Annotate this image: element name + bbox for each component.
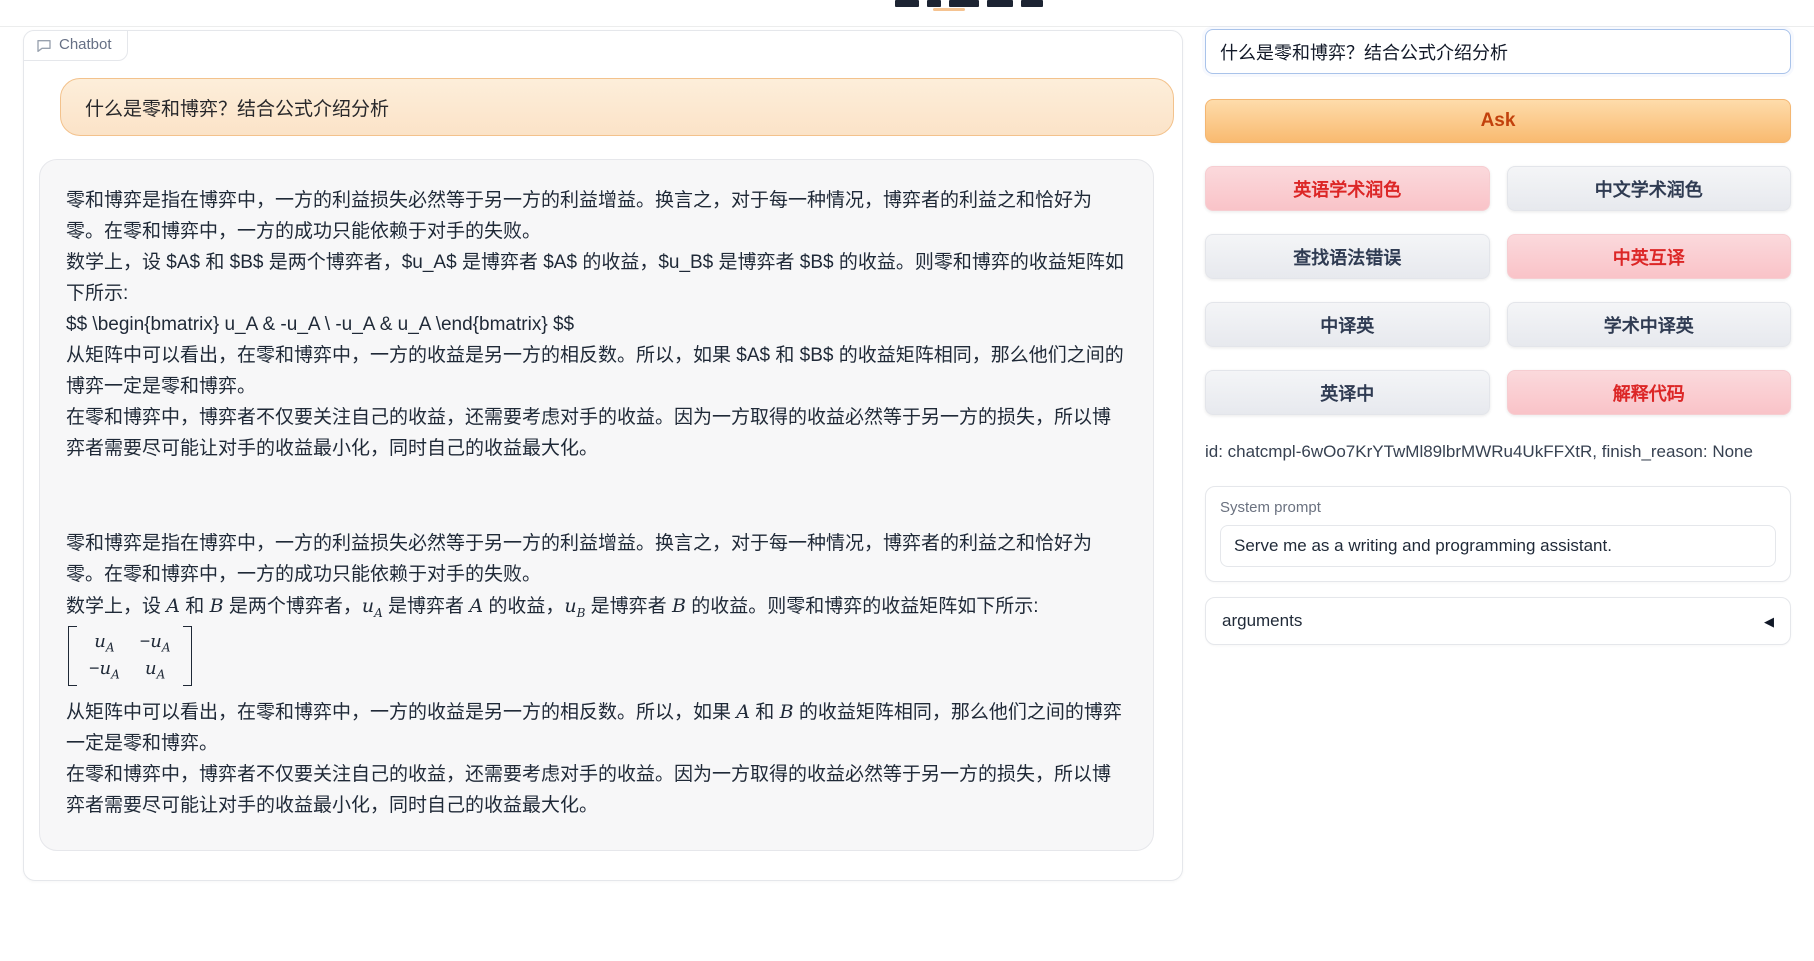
completion-status-text: id: chatcmpl-6wOo7KrYTwMl89lbrMWRu4UkFFX… [1205, 442, 1791, 462]
title-glyph-fragment [927, 0, 941, 7]
bot-raw-paragraph-2: 数学上，设 $A$ 和 $B$ 是两个博弈者，$u_A$ 是博弈者 $A$ 的收… [66, 248, 1127, 310]
matrix-cell: −uA [89, 657, 120, 683]
message-version-gap [66, 465, 1127, 529]
rendered-matrix: uA −uA −uA uA [66, 623, 1127, 697]
chat-messages-scroll-area[interactable]: 什么是零和博弈？结合公式介绍分析 零和博弈是指在博弈中，一方的利益损失必然等于另… [24, 31, 1182, 880]
function-button-chinese-academic-polish[interactable]: 中文学术润色 [1507, 166, 1792, 211]
function-button-academic-zh-to-en[interactable]: 学术中译英 [1507, 302, 1792, 347]
bot-rendered-paragraph-2: 数学上，设 A 和 B 是两个博弈者，uA 是博弈者 A 的收益，uB 是博弈者… [66, 591, 1127, 623]
user-message-bubble: 什么是零和博弈？结合公式介绍分析 [60, 78, 1174, 136]
arguments-accordion-label: arguments [1222, 611, 1302, 631]
function-button-explain-code[interactable]: 解释代码 [1507, 370, 1792, 415]
accordion-collapsed-triangle-icon: ◀ [1764, 615, 1774, 628]
control-sidebar: Ask 英语学术润色 中文学术润色 查找语法错误 中英互译 中译英 学术中译英 … [1205, 29, 1791, 645]
bot-raw-paragraph-4: 在零和博弈中，博弈者不仅要关注自己的收益，还需要考虑对手的收益。因为一方取得的收… [66, 403, 1127, 465]
bot-rendered-paragraph-4: 在零和博弈中，博弈者不仅要关注自己的收益，还需要考虑对手的收益。因为一方取得的收… [66, 760, 1127, 822]
title-glyph-fragment [895, 0, 919, 7]
function-button-find-grammar-errors[interactable]: 查找语法错误 [1205, 234, 1490, 279]
matrix-left-bracket [68, 626, 77, 686]
chatbot-panel: Chatbot 什么是零和博弈？结合公式介绍分析 零和博弈是指在博弈中，一方的利… [23, 30, 1183, 881]
bot-rendered-paragraph-1: 零和博弈是指在博弈中，一方的利益损失必然等于另一方的利益增益。换言之，对于每一种… [66, 529, 1127, 591]
title-glyph-fragment [949, 0, 979, 7]
arguments-accordion-header[interactable]: arguments ◀ [1205, 597, 1791, 645]
title-glyph-fragment [987, 0, 1013, 7]
bot-raw-paragraph-3: 从矩阵中可以看出，在零和博弈中，一方的收益是另一方的相反数。所以，如果 $A$ … [66, 341, 1127, 403]
title-glyph-fragment [1021, 0, 1043, 7]
system-prompt-input[interactable] [1220, 525, 1776, 567]
matrix-cell: uA [140, 657, 171, 683]
function-button-english-academic-polish[interactable]: 英语学术润色 [1205, 166, 1490, 211]
title-accent-underline [933, 8, 965, 11]
system-prompt-panel: System prompt [1205, 486, 1791, 582]
ask-button[interactable]: Ask [1205, 99, 1791, 143]
clipped-page-title [895, 0, 1043, 12]
bot-raw-paragraph-1: 零和博弈是指在博弈中，一方的利益损失必然等于另一方的利益增益。换言之，对于每一种… [66, 186, 1127, 248]
header-divider [0, 26, 1814, 27]
function-button-en-to-zh[interactable]: 英译中 [1205, 370, 1490, 415]
bot-rendered-paragraph-3: 从矩阵中可以看出，在零和博弈中，一方的收益是另一方的相反数。所以，如果 A 和 … [66, 697, 1127, 760]
user-message-text: 什么是零和博弈？结合公式介绍分析 [85, 94, 389, 121]
function-button-grid: 英语学术润色 中文学术润色 查找语法错误 中英互译 中译英 学术中译英 英译中 … [1205, 166, 1791, 415]
matrix-cell: uA [89, 630, 120, 656]
function-button-zh-en-mutual-translate[interactable]: 中英互译 [1507, 234, 1792, 279]
system-prompt-label: System prompt [1220, 499, 1776, 516]
bot-message-bubble: 零和博弈是指在博弈中，一方的利益损失必然等于另一方的利益增益。换言之，对于每一种… [39, 159, 1154, 851]
matrix-right-bracket [183, 626, 192, 686]
function-button-zh-to-en[interactable]: 中译英 [1205, 302, 1490, 347]
question-input[interactable] [1205, 29, 1791, 74]
bot-raw-latex-formula: $$ \begin{bmatrix} u_A & -u_A \ -u_A & u… [66, 310, 1127, 341]
matrix-cell: −uA [140, 630, 171, 656]
